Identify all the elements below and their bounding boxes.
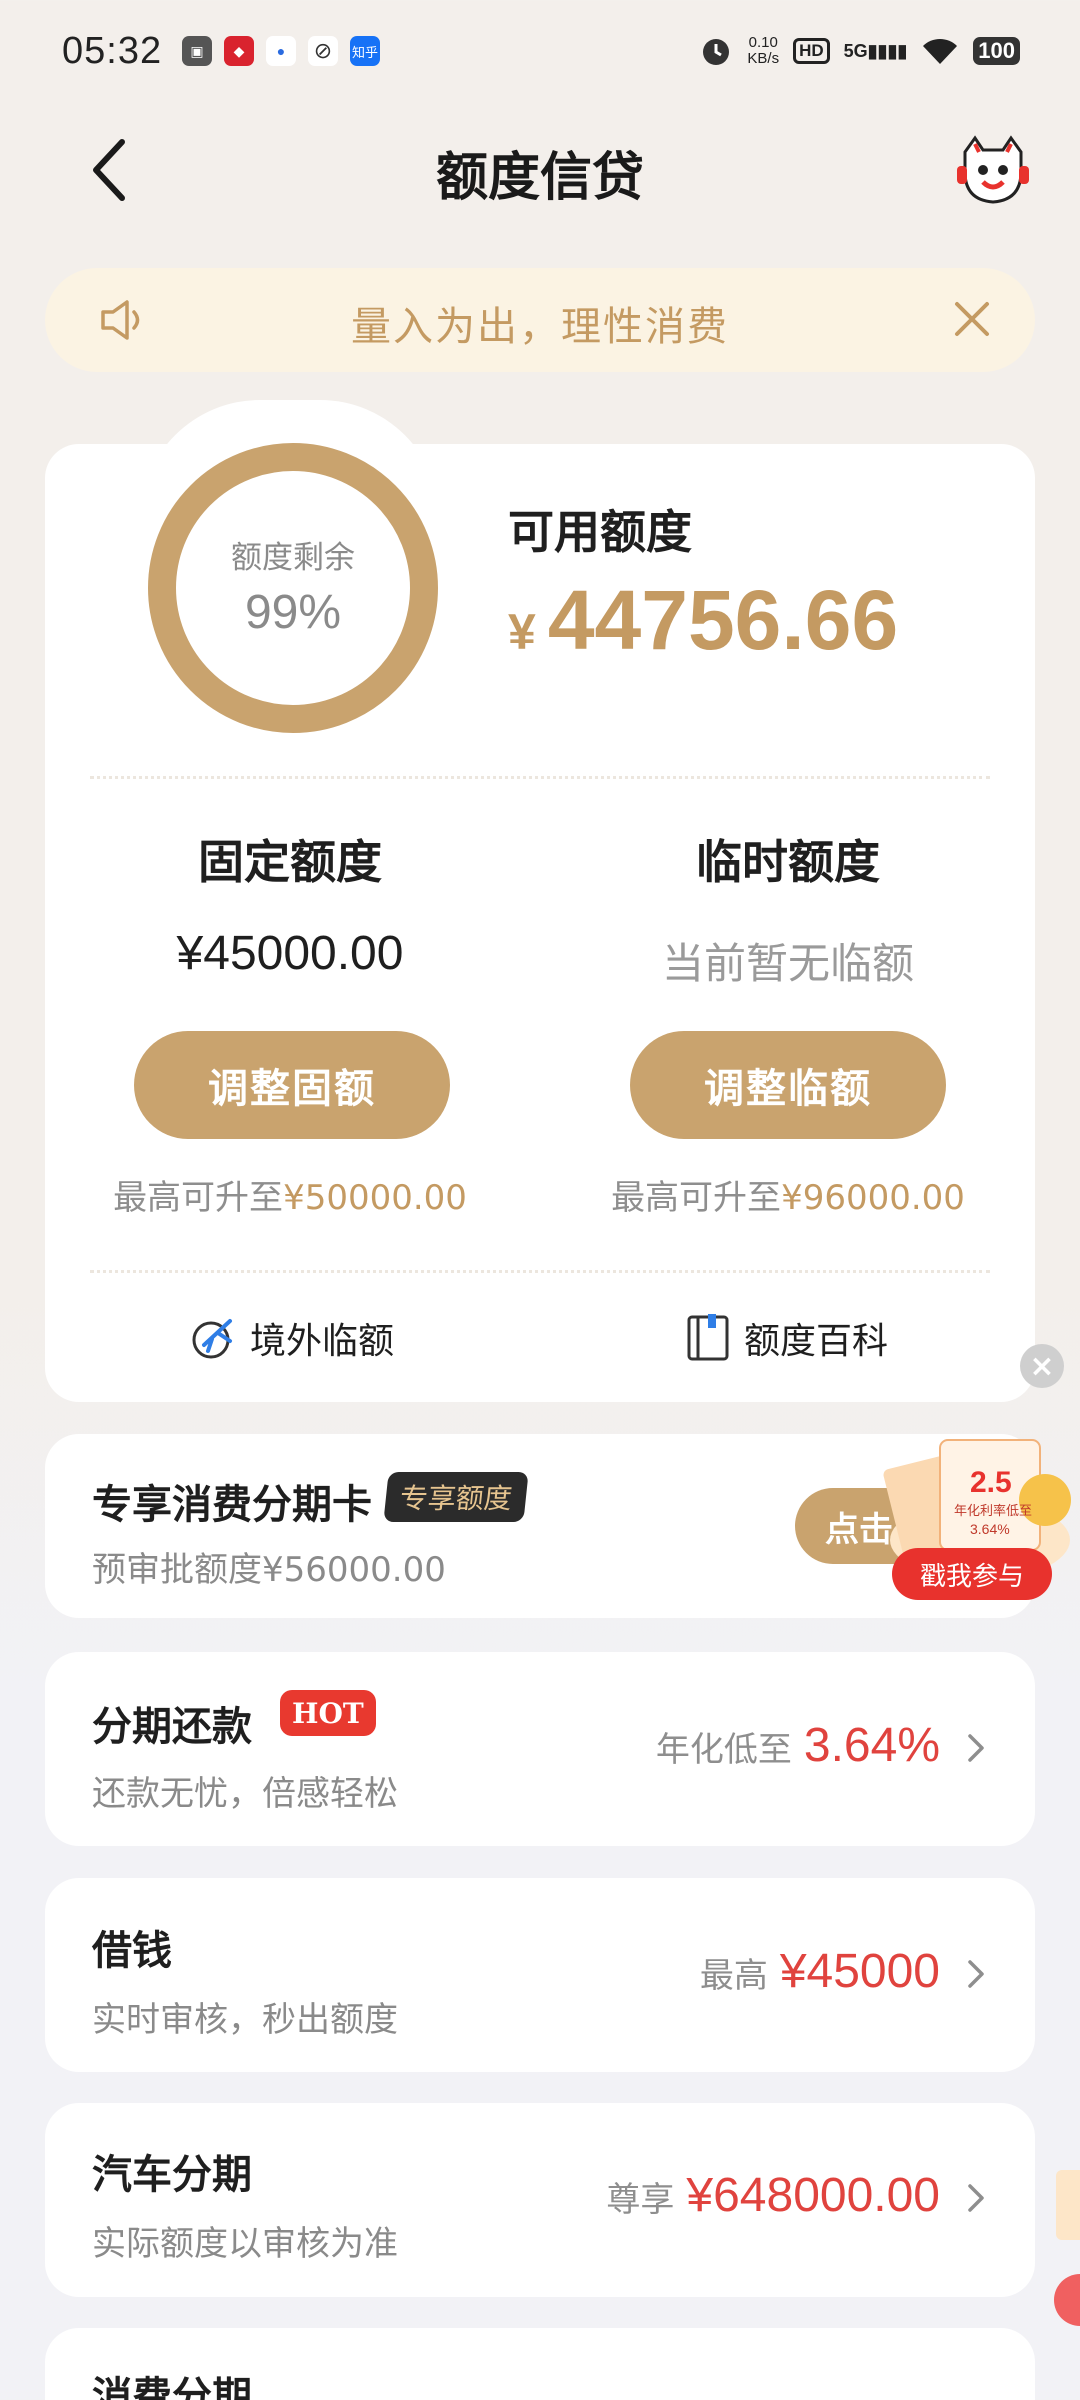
temp-hint-value: ¥96000.00 bbox=[781, 1178, 965, 1218]
row-prefix: 最高 bbox=[699, 1956, 768, 1996]
row-prefix: 尊享 bbox=[606, 2180, 675, 2220]
row-title: 分期还款 bbox=[92, 1704, 252, 1750]
available-amount: ¥44756.66 bbox=[508, 572, 898, 669]
chevron-right-icon bbox=[968, 2184, 984, 2212]
fixed-credit-value: ¥45000.00 bbox=[176, 927, 404, 980]
app-icon-3: ● bbox=[266, 36, 296, 66]
chevron-right-icon bbox=[968, 1960, 984, 1988]
close-icon[interactable] bbox=[947, 294, 997, 344]
adjust-temp-button[interactable]: 调整临额 bbox=[630, 1031, 946, 1139]
credit-wiki-link[interactable]: 额度百科 bbox=[686, 1312, 888, 1364]
promo-rate-text: 年化利率低至 bbox=[954, 1503, 1032, 1519]
plane-globe-icon bbox=[192, 1319, 232, 1359]
ring-percent: 99% bbox=[244, 586, 342, 639]
status-app-icons: ▣ ◆ ● ⊘ 知乎 bbox=[182, 36, 380, 66]
hd-icon: HD bbox=[793, 38, 830, 64]
installment-card-title: 专享消费分期卡 bbox=[92, 1482, 372, 1528]
promo-badge: 2.5 bbox=[970, 1466, 1012, 1499]
row-title: 借钱 bbox=[92, 1928, 172, 1974]
hot-badge: HOT bbox=[280, 1690, 376, 1736]
overseas-label: 境外临额 bbox=[250, 1321, 395, 1362]
chevron-right-icon bbox=[968, 1734, 984, 1762]
status-time: 05:32 bbox=[62, 30, 163, 72]
net-speed-unit: KB/s bbox=[747, 50, 780, 67]
available-label: 可用额度 bbox=[508, 505, 692, 559]
status-right: 0.10 KB/s HD 5G▮▮▮▮ 100 bbox=[699, 34, 1020, 68]
alarm-icon bbox=[703, 39, 730, 65]
row-value: 3.64% bbox=[803, 1719, 940, 1772]
row-subtitle: 实际额度以审核为准 bbox=[92, 2224, 398, 2264]
fixed-hint-prefix: 最高可升至 bbox=[113, 1178, 284, 1218]
installment-card-subtitle: 预审批额度¥56000.00 bbox=[92, 1550, 446, 1590]
wiki-label: 额度百科 bbox=[744, 1321, 889, 1362]
exclusive-badge: 专享额度 bbox=[383, 1472, 529, 1522]
temp-credit-hint: 最高可升至¥96000.00 bbox=[568, 1170, 1008, 1219]
app-icon-4: ⊘ bbox=[308, 36, 338, 66]
app-icon-1: ▣ bbox=[182, 36, 212, 66]
side-promo-peek[interactable] bbox=[1050, 2170, 1080, 2330]
adjust-fixed-button[interactable]: 调整固额 bbox=[134, 1031, 450, 1139]
divider bbox=[90, 1270, 990, 1273]
signal-label: 5G bbox=[843, 40, 868, 61]
overseas-temp-credit-link[interactable]: 境外临额 bbox=[190, 1312, 394, 1364]
row-subtitle: 实时审核，秒出额度 bbox=[92, 2000, 398, 2040]
ring-label: 额度剩余 bbox=[231, 540, 355, 576]
promo-rate: 3.64% bbox=[970, 1521, 1010, 1537]
temp-credit-value: 当前暂无临额 bbox=[661, 939, 914, 988]
fixed-credit-hint: 最高可升至¥50000.00 bbox=[70, 1170, 510, 1219]
temp-hint-prefix: 最高可升至 bbox=[611, 1178, 782, 1218]
fixed-credit-title: 固定额度 bbox=[198, 835, 382, 889]
notice-text: 量入为出，理性消费 bbox=[351, 304, 729, 350]
row-right: 尊享 ¥648000.00 bbox=[606, 2168, 940, 2223]
book-icon bbox=[687, 1314, 729, 1361]
signal-icon: 5G▮▮▮▮ bbox=[843, 40, 908, 61]
available-value: 44756.66 bbox=[547, 573, 899, 667]
row-prefix: 年化低至 bbox=[655, 1730, 792, 1770]
promo-close-button[interactable]: × bbox=[1020, 1344, 1064, 1388]
wifi-icon bbox=[923, 38, 958, 64]
notice-bar: 量入为出，理性消费 bbox=[45, 268, 1035, 372]
fixed-hint-value: ¥50000.00 bbox=[283, 1178, 467, 1218]
row-value: ¥648000.00 bbox=[686, 2169, 940, 2222]
page-title: 额度信贷 bbox=[435, 148, 644, 208]
row-right: 年化低至 3.64% bbox=[656, 1718, 940, 1773]
divider bbox=[90, 776, 990, 779]
row-subtitle: 还款无忧，倍感轻松 bbox=[92, 1774, 398, 1814]
zhihu-icon: 知乎 bbox=[350, 36, 380, 66]
row-right: 最高 ¥45000 bbox=[700, 1944, 940, 1999]
row-title: 汽车分期 bbox=[92, 2152, 252, 2198]
app-icon-2: ◆ bbox=[224, 36, 254, 66]
row-value: ¥45000 bbox=[779, 1945, 940, 1998]
promo-join-button[interactable]: 戳我参与 bbox=[892, 1548, 1052, 1600]
net-speed: 0.10 KB/s bbox=[747, 35, 779, 67]
temp-credit-title: 临时额度 bbox=[696, 835, 880, 889]
row-title: 消费分期 bbox=[92, 2374, 252, 2400]
net-speed-value: 0.10 bbox=[748, 34, 778, 51]
currency-symbol: ¥ bbox=[508, 604, 536, 660]
customer-service-mascot-icon[interactable] bbox=[955, 132, 1031, 208]
battery-icon: 100 bbox=[973, 37, 1020, 65]
